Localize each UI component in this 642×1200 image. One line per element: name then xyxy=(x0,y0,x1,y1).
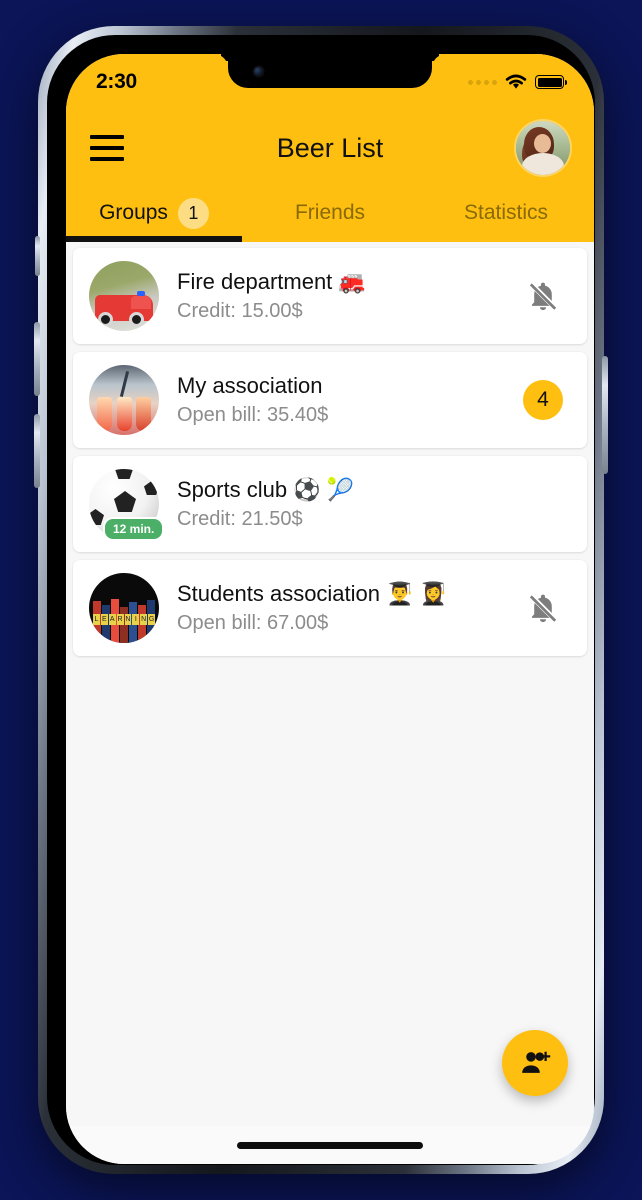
tab-bar: Groups 1 Friends Statistics xyxy=(66,184,594,242)
tab-friends-label: Friends xyxy=(294,201,366,224)
group-name: Fire department 🚒 xyxy=(177,269,366,294)
list-item-trailing[interactable]: 4 xyxy=(517,380,569,420)
group-subtitle: Open bill: 67.00$ xyxy=(177,612,329,634)
status-bar-time: 2:30 xyxy=(96,70,137,93)
list-item-text: My association Open bill: 35.40$ xyxy=(177,373,517,427)
volume-down-button[interactable] xyxy=(34,414,40,488)
list-item[interactable]: Fire department 🚒 Credit: 15.00$ xyxy=(73,248,587,344)
list-item-text: Sports club ⚽ 🎾 Credit: 21.50$ xyxy=(177,477,517,531)
tab-groups[interactable]: Groups 1 xyxy=(66,184,242,242)
tab-groups-badge: 1 xyxy=(177,197,209,229)
time-badge: 12 min. xyxy=(103,517,165,541)
home-indicator[interactable] xyxy=(237,1141,423,1149)
book-spine-letters: L E A R N I N G xyxy=(93,614,155,625)
phone-device-frame: 2:30 Beer List Groups 1 Friends Statisti… xyxy=(34,26,608,1174)
list-item-text: Students association 👨‍🎓 👩‍🎓 Open bill: … xyxy=(177,581,517,635)
hamburger-menu-icon[interactable] xyxy=(90,135,124,161)
power-button[interactable] xyxy=(602,356,608,474)
tab-friends[interactable]: Friends xyxy=(242,184,418,242)
add-group-fab[interactable] xyxy=(502,1030,568,1096)
list-item-trailing[interactable] xyxy=(517,591,569,625)
group-list[interactable]: Fire department 🚒 Credit: 15.00$ My asso… xyxy=(66,242,594,1126)
group-subtitle: Credit: 21.50$ xyxy=(177,508,303,530)
group-subtitle: Credit: 15.00$ xyxy=(177,300,303,322)
device-notch xyxy=(228,54,432,88)
signal-dots-icon xyxy=(468,79,497,85)
tab-statistics-label: Statistics xyxy=(463,201,549,224)
list-item-trailing[interactable] xyxy=(517,279,569,313)
unread-count-badge[interactable]: 4 xyxy=(523,380,563,420)
list-item[interactable]: My association Open bill: 35.40$ 4 xyxy=(73,352,587,448)
fire-truck-avatar xyxy=(89,261,159,331)
soccer-ball-avatar: 12 min. xyxy=(89,469,165,541)
home-indicator-area xyxy=(66,1126,594,1164)
silent-switch-button[interactable] xyxy=(35,236,40,276)
person-add-icon xyxy=(522,1051,551,1073)
bell-off-icon[interactable] xyxy=(526,279,560,313)
tab-groups-label: Groups xyxy=(99,201,168,224)
phone-bezel: 2:30 Beer List Groups 1 Friends Statisti… xyxy=(47,35,595,1165)
battery-full-icon xyxy=(535,75,567,89)
page-title: Beer List xyxy=(276,132,384,163)
list-item[interactable]: L E A R N I N G xyxy=(73,560,587,656)
wifi-icon xyxy=(505,74,527,89)
status-bar: 2:30 xyxy=(66,54,594,112)
bell-off-icon[interactable] xyxy=(526,591,560,625)
status-bar-indicators xyxy=(468,70,567,91)
group-name: Students association 👨‍🎓 👩‍🎓 xyxy=(177,581,448,606)
user-profile-avatar[interactable] xyxy=(516,121,570,175)
list-item[interactable]: 12 min. Sports club ⚽ 🎾 Credit: 21.50$ xyxy=(73,456,587,552)
front-camera-icon xyxy=(254,67,263,76)
app-bar: Beer List xyxy=(66,112,594,184)
drinks-toast-avatar xyxy=(89,365,159,435)
phone-screen: 2:30 Beer List Groups 1 Friends Statisti… xyxy=(66,54,594,1164)
list-item-text: Fire department 🚒 Credit: 15.00$ xyxy=(177,269,517,323)
group-name: My association xyxy=(177,373,323,398)
group-subtitle: Open bill: 35.40$ xyxy=(177,404,329,426)
group-name: Sports club ⚽ 🎾 xyxy=(177,477,355,502)
books-avatar: L E A R N I N G xyxy=(89,573,159,643)
tab-statistics[interactable]: Statistics xyxy=(418,184,594,242)
volume-up-button[interactable] xyxy=(34,322,40,396)
